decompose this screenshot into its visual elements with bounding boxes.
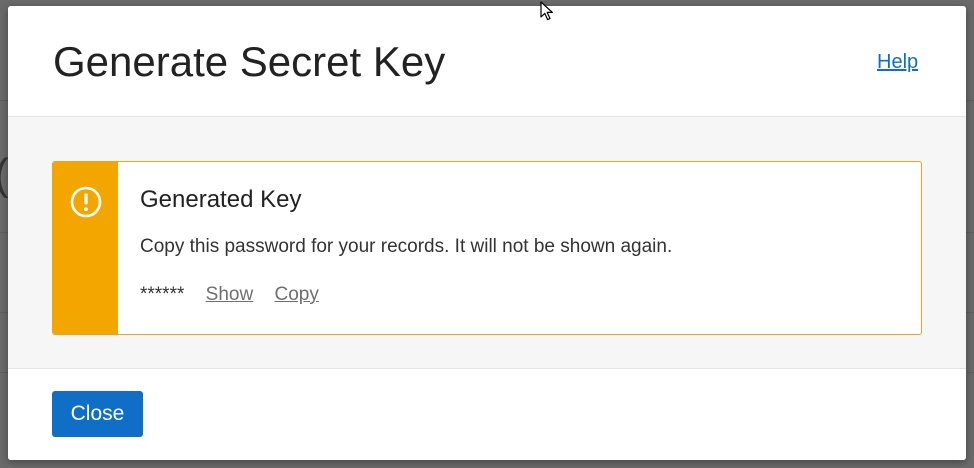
dialog-title: Generate Secret Key bbox=[53, 38, 446, 85]
copy-key-link[interactable]: Copy bbox=[274, 283, 318, 307]
exclamation-circle-icon bbox=[70, 186, 102, 218]
dialog-header: Generate Secret Key Help bbox=[8, 6, 966, 117]
dialog-footer: Close bbox=[8, 368, 966, 460]
generate-secret-key-dialog: Generate Secret Key Help Generated Key C… bbox=[8, 6, 966, 460]
show-key-link[interactable]: Show bbox=[206, 283, 254, 307]
secret-key-row: ****** Show Copy bbox=[140, 283, 335, 307]
help-link[interactable]: Help bbox=[877, 50, 918, 74]
alert-accent-strip bbox=[53, 162, 118, 334]
close-button[interactable]: Close bbox=[52, 391, 143, 437]
alert-message: Copy this password for your records. It … bbox=[140, 236, 673, 257]
warning-alert: Generated Key Copy this password for you… bbox=[52, 161, 922, 335]
dialog-body: Generated Key Copy this password for you… bbox=[8, 117, 966, 368]
masked-secret-key: ****** bbox=[140, 284, 185, 305]
alert-title: Generated Key bbox=[140, 186, 302, 213]
mouse-pointer-icon bbox=[540, 1, 553, 21]
